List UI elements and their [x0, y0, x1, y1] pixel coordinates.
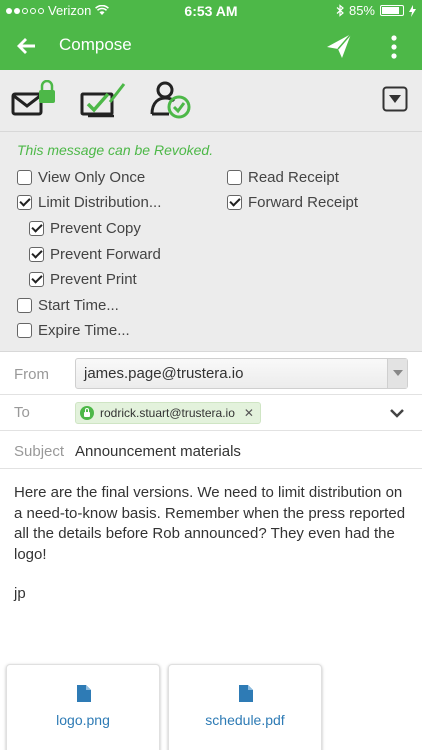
- option-forward-receipt[interactable]: Forward Receipt: [227, 194, 358, 211]
- checkbox[interactable]: [227, 195, 242, 210]
- battery-icon: [380, 5, 404, 16]
- encrypt-envelope-icon[interactable]: [11, 80, 59, 120]
- bluetooth-icon: [336, 4, 344, 17]
- attachment-card[interactable]: schedule.pdf: [168, 664, 322, 750]
- more-options-icon[interactable]: [386, 34, 402, 60]
- option-prevent-print[interactable]: Prevent Print: [29, 271, 137, 288]
- option-label: Expire Time...: [38, 322, 130, 339]
- back-arrow-icon[interactable]: [14, 34, 38, 58]
- signed-message-icon[interactable]: [80, 80, 128, 120]
- message-signature[interactable]: jp: [14, 585, 26, 602]
- to-row: To rodrick.stuart@trustera.io ✕: [0, 395, 422, 431]
- attachment-name: schedule.pdf: [205, 712, 285, 728]
- option-expire-time[interactable]: Expire Time...: [17, 322, 130, 339]
- checkbox[interactable]: [17, 170, 32, 185]
- checkbox[interactable]: [29, 272, 44, 287]
- from-row: From james.page@trustera.io: [0, 353, 422, 395]
- option-label: Read Receipt: [248, 169, 339, 186]
- charging-icon: [409, 4, 416, 17]
- from-select[interactable]: james.page@trustera.io: [75, 358, 408, 389]
- from-value: james.page@trustera.io: [84, 365, 244, 382]
- revoke-notice: This message can be Revoked.: [17, 142, 214, 158]
- option-read-receipt[interactable]: Read Receipt: [227, 169, 339, 186]
- from-label: From: [14, 366, 49, 383]
- option-limit-distribution[interactable]: Limit Distribution...: [17, 194, 161, 211]
- security-options-panel: This message can be Revoked. View Only O…: [0, 132, 422, 352]
- subject-row: Subject Announcement materials: [0, 431, 422, 469]
- verified-sender-icon[interactable]: [149, 80, 197, 120]
- option-label: Prevent Forward: [50, 246, 161, 263]
- remove-recipient-icon[interactable]: ✕: [244, 406, 254, 420]
- status-bar: Verizon 6:53 AM 85%: [0, 0, 422, 22]
- battery-percent: 85%: [348, 3, 375, 18]
- file-icon: [239, 685, 253, 702]
- nav-bar: Compose: [0, 22, 422, 70]
- lock-icon: [80, 406, 94, 420]
- send-icon[interactable]: [325, 32, 353, 60]
- option-start-time[interactable]: Start Time...: [17, 297, 119, 314]
- attachment-name: logo.png: [56, 712, 110, 728]
- checkbox[interactable]: [17, 323, 32, 338]
- option-label: Prevent Print: [50, 271, 137, 288]
- file-icon: [77, 685, 91, 702]
- attachment-card[interactable]: logo.png: [6, 664, 160, 750]
- chevron-down-icon[interactable]: [389, 405, 405, 421]
- option-label: Forward Receipt: [248, 194, 359, 211]
- page-title: Compose: [59, 35, 132, 54]
- checkbox[interactable]: [17, 298, 32, 313]
- dropdown-arrow-icon: [387, 359, 407, 388]
- collapse-options-icon[interactable]: [382, 86, 408, 112]
- security-toolbar: [0, 70, 422, 132]
- checkbox[interactable]: [29, 221, 44, 236]
- recipient-email: rodrick.stuart@trustera.io: [100, 406, 235, 420]
- option-label: Limit Distribution...: [38, 194, 162, 211]
- message-body[interactable]: Here are the final versions. We need to …: [14, 483, 410, 565]
- option-label: View Only Once: [38, 169, 146, 186]
- checkbox[interactable]: [227, 170, 242, 185]
- option-label: Prevent Copy: [50, 220, 141, 237]
- option-label: Start Time...: [38, 297, 119, 314]
- option-prevent-copy[interactable]: Prevent Copy: [29, 220, 141, 237]
- checkbox[interactable]: [29, 247, 44, 262]
- subject-input[interactable]: Announcement materials: [75, 443, 241, 460]
- checkbox[interactable]: [17, 195, 32, 210]
- to-label: To: [14, 404, 30, 421]
- option-prevent-forward[interactable]: Prevent Forward: [29, 246, 161, 263]
- subject-label: Subject: [14, 443, 65, 460]
- recipient-chip[interactable]: rodrick.stuart@trustera.io ✕: [75, 402, 261, 424]
- option-view-only-once[interactable]: View Only Once: [17, 169, 145, 186]
